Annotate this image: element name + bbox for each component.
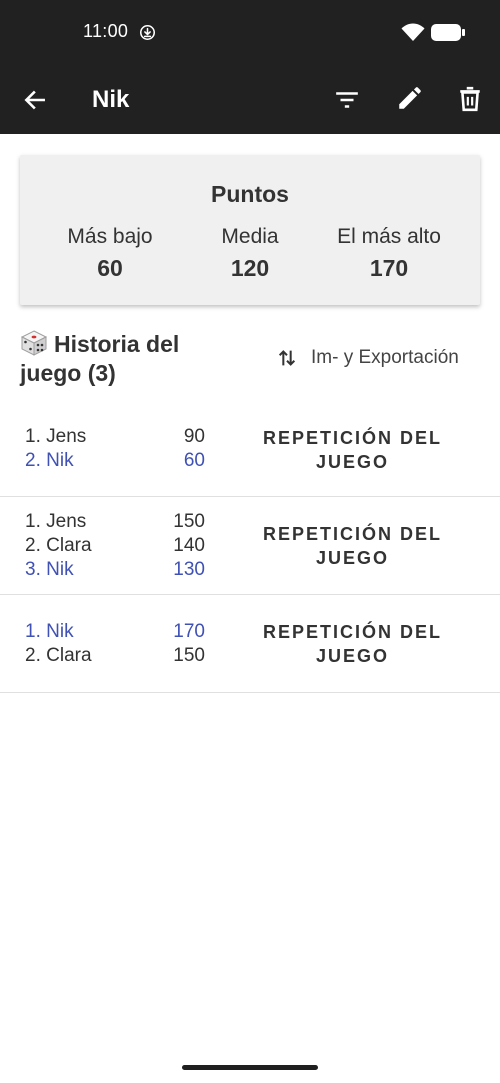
player-name: 2. Clara	[25, 645, 92, 666]
app-bar: Nik	[0, 64, 500, 134]
player-score: 150	[173, 511, 205, 532]
replay-label: REPETICIÓN DEL	[262, 622, 442, 642]
status-time: 11:00	[83, 21, 129, 41]
stat-value: 60	[97, 255, 123, 281]
download-status-icon	[139, 24, 156, 41]
player-row: 2. Clara 150	[25, 645, 205, 669]
stat-lowest: Más bajo 60	[40, 225, 180, 282]
delete-trash-icon[interactable]	[457, 86, 483, 112]
game-players: 1. Jens 90 2. Nik 60	[25, 426, 205, 474]
swap-vertical-icon	[278, 350, 296, 366]
replay-label: REPETICIÓN DEL	[262, 428, 442, 448]
replay-label: JUEGO	[315, 548, 390, 568]
player-name: 2. Clara	[25, 535, 92, 556]
import-export-label: Im- y Exportación	[311, 347, 459, 368]
history-title: Historia del juego (3)	[20, 330, 240, 388]
player-row: 1. Jens 150	[25, 511, 205, 535]
player-score: 170	[173, 621, 205, 642]
dice-icon	[20, 330, 48, 356]
replay-game-button[interactable]: REPETICIÓN DEL JUEGO	[250, 426, 455, 474]
game-entry: 1. Nik 170 2. Clara 150 REPETICIÓN DEL J…	[0, 595, 500, 693]
replay-game-button[interactable]: REPETICIÓN DEL JUEGO	[250, 522, 455, 570]
card-title: Puntos	[211, 181, 289, 207]
stat-label: Más bajo	[67, 225, 153, 248]
game-entry: 1. Jens 150 2. Clara 140 3. Nik 130 REPE…	[0, 497, 500, 595]
page-title: Nik	[92, 86, 130, 113]
back-arrow-icon[interactable]	[22, 87, 48, 113]
wifi-icon	[401, 23, 425, 41]
player-name: 2. Nik	[25, 450, 74, 471]
points-stats-card: Puntos Más bajo 60 Media 120 El más alto…	[20, 155, 480, 305]
player-score: 130	[173, 559, 205, 580]
replay-label: JUEGO	[315, 452, 390, 472]
edit-pencil-icon[interactable]	[396, 86, 422, 112]
player-name: 1. Nik	[25, 621, 74, 642]
game-players: 1. Nik 170 2. Clara 150	[25, 621, 205, 669]
stat-value: 120	[230, 255, 270, 281]
status-bar: 11:00	[0, 0, 500, 64]
game-players: 1. Jens 150 2. Clara 140 3. Nik 130	[25, 511, 205, 583]
player-score: 90	[183, 426, 205, 447]
player-score: 140	[173, 535, 205, 556]
gesture-nav-handle[interactable]	[182, 1065, 318, 1070]
player-name: 3. Nik	[25, 559, 74, 580]
stat-average: Media 120	[180, 225, 320, 282]
battery-icon	[431, 24, 465, 41]
player-name: 1. Jens	[25, 426, 87, 447]
import-export-button[interactable]: Im- y Exportación	[276, 346, 459, 370]
stat-highest: El más alto 170	[319, 225, 459, 282]
player-row-current: 2. Nik 60	[25, 450, 205, 474]
game-entry: 1. Jens 90 2. Nik 60 REPETICIÓN DEL JUEG…	[0, 414, 500, 497]
replay-label: REPETICIÓN DEL	[262, 524, 442, 544]
player-row-current: 3. Nik 130	[25, 559, 205, 583]
player-row-current: 1. Nik 170	[25, 621, 205, 645]
player-row: 1. Jens 90	[25, 426, 205, 450]
player-score: 60	[183, 450, 205, 471]
stat-label: El más alto	[337, 225, 441, 248]
replay-label: JUEGO	[315, 646, 390, 666]
filter-icon[interactable]	[334, 87, 360, 113]
player-row: 2. Clara 140	[25, 535, 205, 559]
player-name: 1. Jens	[25, 511, 87, 532]
stat-label: Media	[221, 225, 279, 248]
stat-value: 170	[369, 255, 409, 281]
replay-game-button[interactable]: REPETICIÓN DEL JUEGO	[250, 620, 455, 668]
player-score: 150	[173, 645, 205, 666]
